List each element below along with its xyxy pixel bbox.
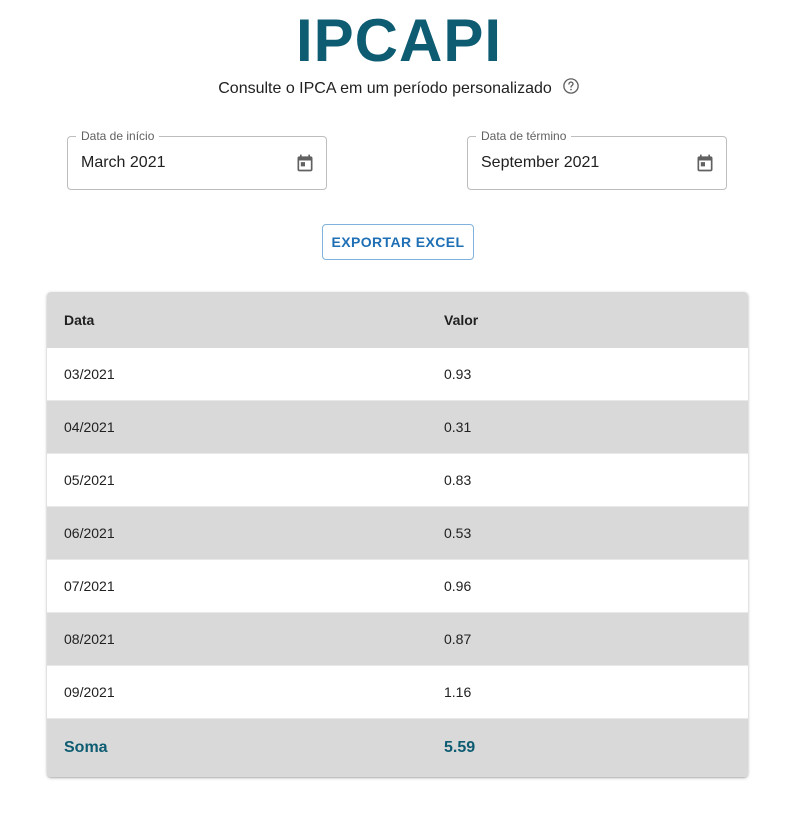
start-date-field[interactable]: Data de início March 2021 bbox=[67, 129, 327, 190]
calendar-icon[interactable] bbox=[694, 152, 716, 174]
start-date-label: Data de início bbox=[76, 129, 160, 143]
row-value: 0.96 bbox=[444, 578, 472, 594]
row-date: 05/2021 bbox=[64, 472, 115, 488]
table-row: 04/2021 0.31 bbox=[47, 401, 748, 454]
end-date-label: Data de término bbox=[476, 129, 572, 143]
subtitle-row: Consulte o IPCA em um período personaliz… bbox=[0, 77, 798, 98]
row-date: 07/2021 bbox=[64, 578, 115, 594]
table-row: 08/2021 0.87 bbox=[47, 613, 748, 666]
row-value: 0.93 bbox=[444, 366, 472, 382]
total-label: Soma bbox=[64, 739, 108, 756]
row-value: 1.16 bbox=[444, 684, 472, 700]
column-header-valor: Valor bbox=[444, 312, 479, 328]
export-excel-button[interactable]: EXPORTAR EXCEL bbox=[322, 224, 474, 260]
table-total-row: Soma 5.59 bbox=[47, 719, 748, 777]
row-value: 0.31 bbox=[444, 419, 472, 435]
table-row: 09/2021 1.16 bbox=[47, 666, 748, 719]
table-row: 05/2021 0.83 bbox=[47, 454, 748, 507]
start-date-value[interactable]: March 2021 bbox=[81, 154, 166, 172]
row-date: 04/2021 bbox=[64, 419, 115, 435]
table-row: 07/2021 0.96 bbox=[47, 560, 748, 613]
row-value: 0.83 bbox=[444, 472, 472, 488]
table-row: 03/2021 0.93 bbox=[47, 348, 748, 401]
ipca-table: Data Valor 03/2021 0.93 04/2021 0.31 05/… bbox=[47, 292, 748, 777]
total-value: 5.59 bbox=[444, 739, 476, 756]
column-header-data: Data bbox=[64, 312, 95, 328]
row-date: 03/2021 bbox=[64, 366, 115, 382]
row-date: 09/2021 bbox=[64, 684, 115, 700]
row-date: 08/2021 bbox=[64, 631, 115, 647]
end-date-field[interactable]: Data de término September 2021 bbox=[467, 129, 727, 190]
row-value: 0.53 bbox=[444, 525, 472, 541]
table-header-row: Data Valor bbox=[47, 292, 748, 348]
end-date-value[interactable]: September 2021 bbox=[481, 154, 599, 172]
calendar-icon[interactable] bbox=[294, 152, 316, 174]
help-circle-icon[interactable] bbox=[562, 77, 580, 95]
row-date: 06/2021 bbox=[64, 525, 115, 541]
table-row: 06/2021 0.53 bbox=[47, 507, 748, 560]
app-title: IPCAPI bbox=[295, 7, 503, 74]
row-value: 0.87 bbox=[444, 631, 472, 647]
subtitle: Consulte o IPCA em um período personaliz… bbox=[218, 80, 552, 97]
